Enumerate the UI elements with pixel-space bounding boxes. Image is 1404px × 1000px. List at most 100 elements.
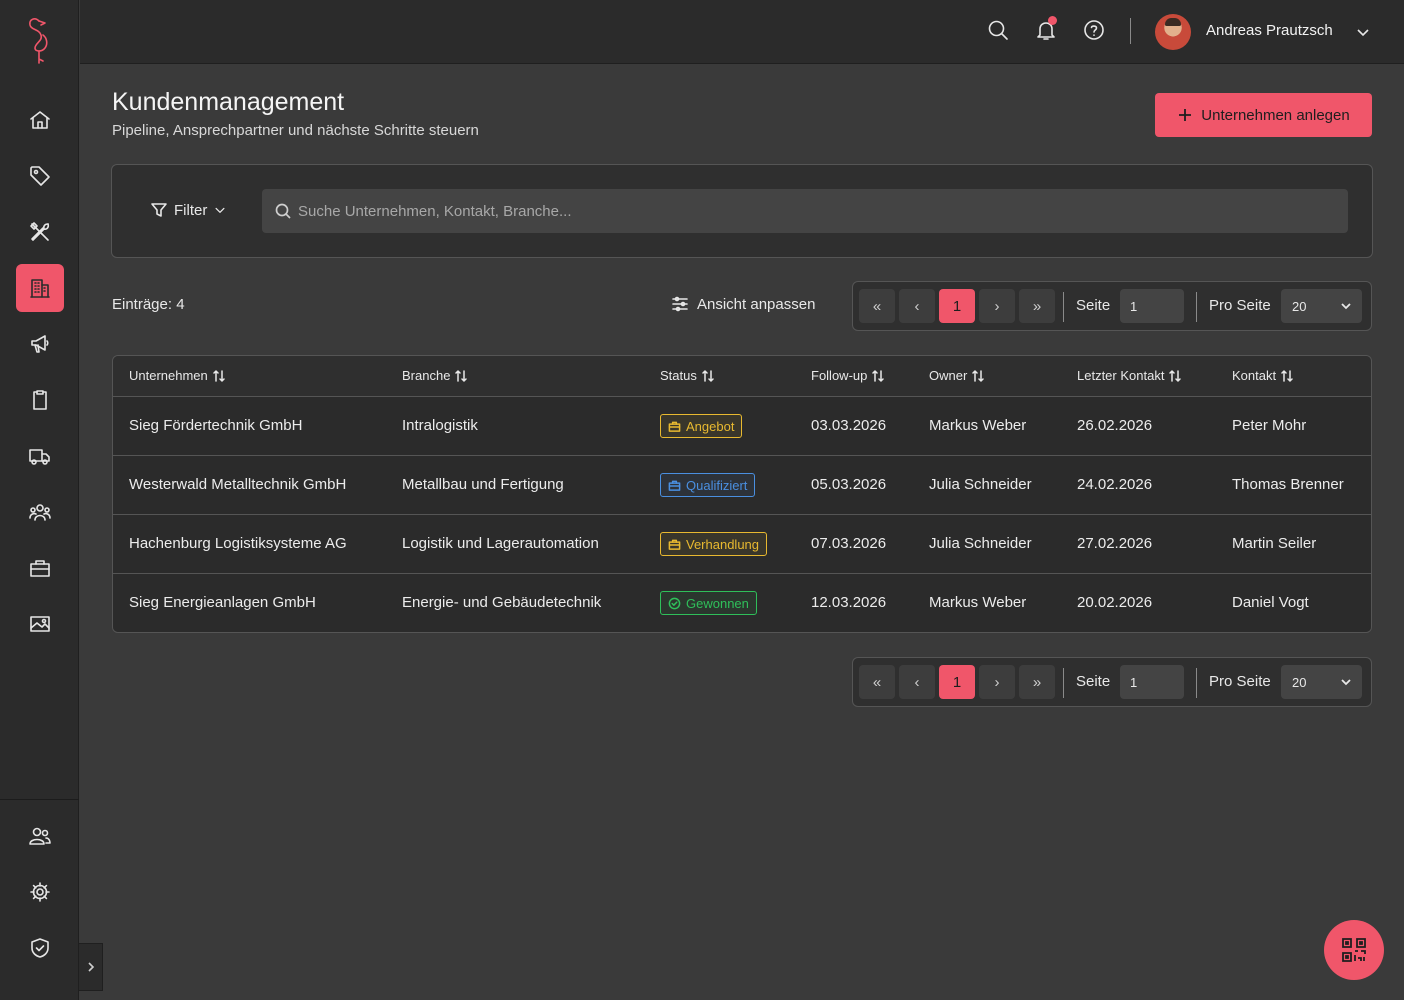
users-icon: [29, 827, 51, 845]
column-header-label: Unternehmen: [129, 368, 208, 383]
prev-page-button[interactable]: ‹: [899, 665, 935, 699]
sidebar-item-delivery[interactable]: [16, 432, 64, 480]
per-page-select[interactable]: 20: [1281, 289, 1362, 323]
user-name[interactable]: Andreas Prautzsch: [1206, 22, 1333, 39]
cell-industry: Intralogistik: [402, 417, 478, 434]
sidebar-expand-button[interactable]: [79, 943, 103, 991]
column-header-followup[interactable]: Follow-up: [811, 368, 885, 383]
qr-code-button[interactable]: [1324, 920, 1384, 980]
sidebar-item-jobs[interactable]: [16, 544, 64, 592]
topbar-separator: [1130, 18, 1131, 44]
top-bar: Andreas Prautzsch: [80, 0, 1404, 64]
page-input[interactable]: [1120, 665, 1184, 699]
clipboard-icon: [33, 390, 47, 410]
building-icon: [30, 279, 50, 298]
flamingo-logo-icon[interactable]: [0, 0, 79, 80]
pagination-separator: [1063, 668, 1064, 698]
sort-icon: [1169, 369, 1182, 382]
chevron-down-icon: [1341, 303, 1351, 310]
cell-industry: Metallbau und Fertigung: [402, 476, 564, 493]
image-icon: [30, 616, 50, 632]
cell-company: Sieg Energieanlagen GmbH: [129, 594, 316, 611]
prev-page-button[interactable]: ‹: [899, 289, 935, 323]
cell-followup: 07.03.2026: [811, 535, 887, 552]
sidebar-item-tools[interactable]: [16, 208, 64, 256]
sidebar-item-users[interactable]: [16, 812, 64, 860]
chevron-down-icon: [1357, 29, 1369, 37]
current-page-button[interactable]: 1: [939, 665, 975, 699]
cell-last-contact: 26.02.2026: [1077, 417, 1153, 434]
sidebar-item-home[interactable]: [16, 96, 64, 144]
sort-icon: [1281, 369, 1293, 382]
filter-button[interactable]: Filter: [150, 198, 227, 222]
cell-followup: 05.03.2026: [811, 476, 887, 493]
sort-icon: [702, 369, 714, 382]
team-icon: [29, 504, 51, 521]
sidebar: [0, 0, 79, 1000]
pagination-separator: [1063, 292, 1064, 322]
column-header-industry[interactable]: Branche: [402, 368, 468, 383]
search-button[interactable]: [986, 18, 1010, 42]
status-label: Verhandlung: [686, 536, 760, 552]
sidebar-item-companies[interactable]: [16, 264, 64, 312]
truck-icon: [29, 449, 50, 465]
next-page-button[interactable]: ›: [979, 289, 1015, 323]
cell-industry: Logistik und Lagerautomation: [402, 535, 599, 552]
sidebar-item-marketing[interactable]: [16, 320, 64, 368]
last-page-button[interactable]: »: [1019, 289, 1055, 323]
sidebar-item-media[interactable]: [16, 600, 64, 648]
sidebar-item-tasks[interactable]: [16, 376, 64, 424]
first-page-button[interactable]: «: [859, 665, 895, 699]
page-label: Seite: [1076, 297, 1111, 314]
column-header-company[interactable]: Unternehmen: [129, 368, 226, 383]
column-header-label: Letzter Kontakt: [1077, 368, 1165, 383]
sidebar-item-settings[interactable]: [16, 868, 64, 916]
column-header-owner[interactable]: Owner: [929, 368, 985, 383]
create-company-button[interactable]: Unternehmen anlegen: [1155, 93, 1372, 137]
sort-icon: [213, 369, 225, 382]
help-button[interactable]: [1082, 18, 1106, 42]
search-icon: [275, 203, 291, 219]
cell-owner: Markus Weber: [929, 594, 1027, 611]
table-header: Unternehmen Branche Status Follow-up Own…: [113, 356, 1371, 397]
sidebar-item-teams[interactable]: [16, 488, 64, 536]
cell-last-contact: 27.02.2026: [1077, 535, 1153, 552]
briefcase-icon: [668, 421, 681, 432]
customize-view-label: Ansicht anpassen: [697, 295, 816, 313]
page-input[interactable]: [1120, 289, 1184, 323]
sidebar-item-tags[interactable]: [16, 152, 64, 200]
column-header-last-contact[interactable]: Letzter Kontakt: [1077, 368, 1182, 383]
sliders-icon: [672, 296, 688, 312]
column-header-status[interactable]: Status: [660, 368, 715, 383]
megaphone-icon: [31, 335, 49, 353]
pagination-top: « ‹ 1 › » Seite Pro Seite 20: [852, 281, 1372, 331]
sort-icon: [455, 369, 468, 382]
cell-last-contact: 20.02.2026: [1077, 594, 1153, 611]
per-page-select[interactable]: 20: [1281, 665, 1362, 699]
sidebar-item-security[interactable]: [16, 924, 64, 972]
table-row[interactable]: Sieg Energieanlagen GmbH Energie- und Ge…: [113, 574, 1371, 632]
table-row[interactable]: Hachenburg Logistiksysteme AG Logistik u…: [113, 515, 1371, 574]
entries-count: Einträge: 4: [112, 296, 185, 313]
cell-company: Hachenburg Logistiksysteme AG: [129, 535, 347, 552]
page-subtitle: Pipeline, Ansprechpartner und nächste Sc…: [112, 122, 479, 139]
check-circle-icon: [668, 597, 681, 609]
user-menu-chevron[interactable]: [1355, 24, 1371, 40]
funnel-icon: [151, 203, 167, 217]
column-header-contact[interactable]: Kontakt: [1232, 368, 1294, 383]
current-page-button[interactable]: 1: [939, 289, 975, 323]
qr-code-icon: [1342, 938, 1366, 962]
search-input[interactable]: [298, 189, 1338, 233]
table-row[interactable]: Westerwald Metalltechnik GmbH Metallbau …: [113, 456, 1371, 515]
customize-view-button[interactable]: Ansicht anpassen: [671, 295, 815, 313]
first-page-button[interactable]: «: [859, 289, 895, 323]
sort-icon: [972, 369, 985, 382]
table-row[interactable]: Sieg Fördertechnik GmbH Intralogistik An…: [113, 397, 1371, 456]
page-label: Seite: [1076, 673, 1111, 690]
per-page-label: Pro Seite: [1209, 297, 1271, 314]
status-badge: Angebot: [660, 414, 743, 438]
briefcase-icon: [668, 480, 681, 491]
next-page-button[interactable]: ›: [979, 665, 1015, 699]
avatar[interactable]: [1155, 14, 1191, 50]
last-page-button[interactable]: »: [1019, 665, 1055, 699]
